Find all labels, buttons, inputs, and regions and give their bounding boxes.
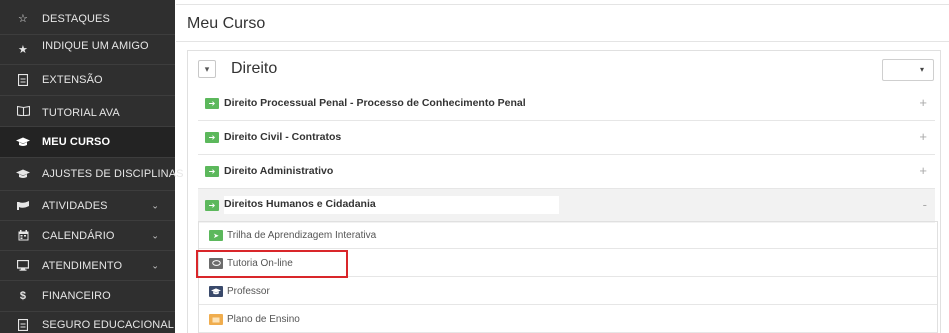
course-header: ▾ Direito ▾ <box>188 51 940 87</box>
send-icon: ➤ <box>209 230 223 241</box>
discipline-label: Direitos Humanos e Cidadania <box>224 196 559 214</box>
arrow-right-icon: ➔ <box>205 98 219 109</box>
resource-label: Trilha de Aprendizagem Interativa <box>227 230 377 241</box>
course-select[interactable]: ▾ <box>882 59 934 81</box>
chevron-down-icon: ⌄ <box>151 200 159 210</box>
sidebar-item-ajustes-de-disciplinas[interactable]: AJUSTES DE DISCIPLINAS <box>0 158 183 190</box>
sidebar-item-destaques[interactable]: ☆ DESTAQUES <box>0 4 175 33</box>
sidebar-item-label: FINANCEIRO <box>42 290 111 302</box>
sidebar-item-label: MEU CURSO <box>42 136 111 148</box>
collapse-icon[interactable]: - <box>923 197 927 212</box>
chevron-down-icon: ⌄ <box>151 260 159 270</box>
main-content: Meu Curso ▾ Direito ▾ ➔ Direito Processu… <box>176 0 949 333</box>
sidebar-item-extensao[interactable]: EXTENSÃO <box>0 65 175 94</box>
sidebar-item-label: TUTORIAL AVA <box>42 107 120 119</box>
page-title: Meu Curso <box>187 15 266 32</box>
discipline-row-expanded[interactable]: ➔ Direitos Humanos e Cidadania - <box>198 189 935 223</box>
star-icon: ★ <box>18 44 28 56</box>
resource-label: Plano de Ensino <box>227 314 300 325</box>
expand-icon[interactable]: + <box>919 129 927 144</box>
chevron-down-icon: ⌄ <box>151 230 159 240</box>
discipline-label: Direito Processual Penal - Processo de C… <box>224 97 526 109</box>
resource-item-plano-de-ensino[interactable]: Plano de Ensino <box>199 306 937 333</box>
graduation-cap-icon <box>209 286 223 297</box>
sidebar-item-label: DESTAQUES <box>42 12 110 25</box>
divider <box>176 41 949 42</box>
sidebar-item-label: ATIVIDADES <box>42 199 108 212</box>
flag-icon <box>16 199 30 213</box>
sidebar-item-seguro-educacional[interactable]: SEGURO EDUCACIONAL <box>0 312 175 333</box>
resource-item-trilha[interactable]: ➤ Trilha de Aprendizagem Interativa <box>199 222 937 249</box>
resource-item-professor[interactable]: Professor <box>199 278 937 305</box>
graduation-cap-icon <box>16 135 30 149</box>
divider <box>176 4 949 5</box>
arrow-right-icon: ➔ <box>205 132 219 143</box>
dollar-icon: $ <box>19 290 27 302</box>
sidebar-item-atividades[interactable]: ATIVIDADES ⌄ <box>0 191 175 220</box>
discipline-row[interactable]: ➔ Direito Processual Penal - Processo de… <box>198 87 935 121</box>
discipline-row[interactable]: ➔ Direito Administrativo + <box>198 155 935 189</box>
document-icon <box>209 314 223 325</box>
sidebar-item-label: CALENDÁRIO <box>42 229 115 242</box>
discipline-label: Direito Civil - Contratos <box>224 131 342 143</box>
discipline-row[interactable]: ➔ Direito Civil - Contratos + <box>198 121 935 155</box>
document-icon <box>16 73 30 87</box>
resource-label: Professor <box>227 286 270 297</box>
course-panel: ▾ Direito ▾ ➔ Direito Processual Penal -… <box>187 50 941 333</box>
sidebar-item-indique-um-amigo[interactable]: ★ INDIQUE UM AMIGO <box>0 35 175 64</box>
sidebar-item-financeiro[interactable]: $ FINANCEIRO <box>0 281 175 311</box>
graduation-cap-icon <box>16 167 30 181</box>
calendar-icon <box>16 229 30 243</box>
caret-down-icon: ▾ <box>919 65 924 74</box>
course-name: Direito <box>231 60 278 77</box>
expand-icon[interactable]: + <box>919 95 927 110</box>
sidebar: ☆ DESTAQUES ★ INDIQUE UM AMIGO EXTENSÃO … <box>0 0 183 333</box>
expand-icon[interactable]: + <box>919 163 927 178</box>
document-icon <box>16 318 30 332</box>
sidebar-item-atendimento[interactable]: ATENDIMENTO ⌄ <box>0 251 175 280</box>
sidebar-item-label: ATENDIMENTO <box>42 259 123 272</box>
sidebar-item-label: INDIQUE UM AMIGO <box>42 40 149 52</box>
sidebar-item-calendario[interactable]: CALENDÁRIO ⌄ <box>0 221 175 250</box>
star-outline-icon: ☆ <box>18 13 28 25</box>
monitor-icon <box>16 259 30 273</box>
highlight-box <box>196 250 348 278</box>
sidebar-item-label: SEGURO EDUCACIONAL <box>42 319 174 331</box>
arrow-right-icon: ➔ <box>205 166 219 177</box>
sidebar-item-meu-curso[interactable]: MEU CURSO <box>0 127 175 157</box>
sidebar-item-tutorial-ava[interactable]: TUTORIAL AVA <box>0 96 175 125</box>
collapse-button[interactable]: ▾ <box>198 60 216 78</box>
book-icon <box>16 104 30 118</box>
sidebar-item-label: AJUSTES DE DISCIPLINAS <box>42 168 184 180</box>
sidebar-item-label: EXTENSÃO <box>42 73 103 86</box>
arrow-right-icon: ➔ <box>205 200 219 211</box>
discipline-label: Direito Administrativo <box>224 165 334 177</box>
